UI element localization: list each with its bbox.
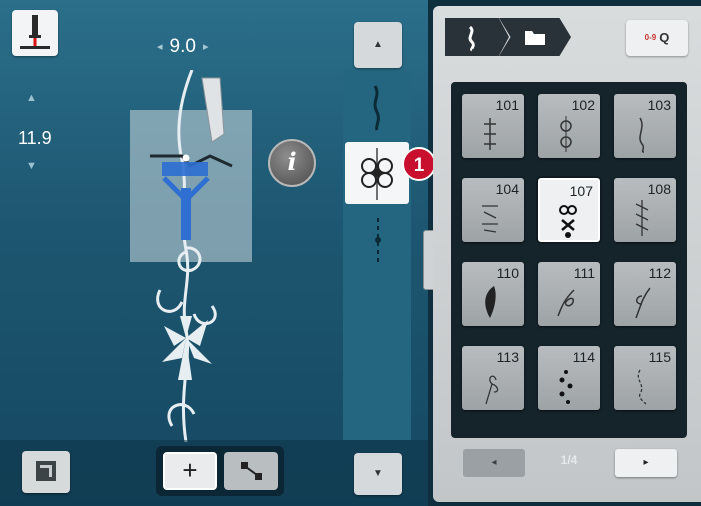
folder-icon	[525, 31, 545, 45]
stitch-tile-112[interactable]: 112	[614, 262, 676, 326]
stitch-number: 102	[571, 97, 595, 113]
stitch-tile-111[interactable]: 111	[538, 262, 600, 326]
next-page-button[interactable]: ▸	[615, 449, 677, 477]
scroll-up-button[interactable]: ▲	[354, 22, 402, 68]
stitch-number: 111	[573, 265, 595, 281]
connect-icon	[241, 462, 262, 480]
stitch-number: 112	[648, 265, 671, 281]
stitch-tile-115[interactable]: 115	[614, 346, 676, 410]
window-icon	[36, 461, 56, 481]
needle-icon	[20, 15, 50, 49]
stitch-tile-101[interactable]: 101	[462, 94, 524, 158]
stitch-number: 110	[496, 265, 519, 281]
breadcrumb	[445, 18, 571, 56]
stitch-tile-114[interactable]: 114	[538, 346, 600, 410]
callout-badge: 1	[402, 147, 436, 181]
decrease-width-arrow[interactable]: ◂	[157, 41, 163, 53]
stitch-tile-103[interactable]: 103	[614, 94, 676, 158]
flower-stitch-icon	[361, 148, 393, 200]
embroidery-stitch-category-icon	[468, 25, 475, 52]
stitch-width-control[interactable]: ◂ 9.0 ▸	[150, 36, 215, 58]
page-indicator: 1/4	[560, 453, 578, 467]
stitch-tile-108[interactable]: 108	[614, 178, 676, 242]
current-stitch-thumbnail[interactable]	[345, 142, 409, 204]
stitch-tile-102[interactable]: 102	[538, 94, 600, 158]
search-button[interactable]: 0-9 Q	[626, 20, 688, 56]
breadcrumb-folder[interactable]	[499, 18, 571, 56]
stitch-number: 101	[495, 97, 519, 113]
stitch-tile-113[interactable]: 113	[462, 346, 524, 410]
decrease-length-arrow[interactable]: ▼	[26, 160, 37, 172]
increase-width-arrow[interactable]: ▸	[203, 41, 209, 53]
stitch-tile-110[interactable]: 110	[462, 262, 524, 326]
plus-icon: +	[182, 455, 198, 485]
add-stitch-button[interactable]: +	[163, 452, 217, 490]
stitch-number: 103	[647, 97, 671, 113]
stitch-tile-104[interactable]: 104	[462, 178, 524, 242]
breadcrumb-category[interactable]	[445, 18, 509, 56]
scroll-down-button[interactable]: ▼	[354, 453, 402, 495]
stitch-number: 104	[495, 181, 519, 197]
down-arrow-icon: ▼	[373, 468, 383, 479]
magnifier-icon: Q	[659, 30, 670, 45]
stitch-number: 113	[496, 349, 519, 365]
needle-position-button[interactable]	[12, 10, 58, 56]
stitch-pattern-preview[interactable]	[120, 70, 270, 442]
stitch-length-value: 11.9	[18, 128, 52, 148]
connect-stitch-button[interactable]	[224, 452, 278, 490]
stitch-width-value: 9.0	[169, 36, 196, 57]
stitch-number: 114	[572, 349, 595, 365]
sequence-stitch-thumbnail-bottom[interactable]	[367, 214, 389, 266]
stitch-tile-107[interactable]: 107	[538, 178, 600, 242]
info-button[interactable]: i	[268, 139, 316, 187]
up-arrow-icon: ▲	[373, 39, 383, 50]
stitch-number: 108	[647, 181, 671, 197]
stitch-edit-area: ◂ 9.0 ▸ ▲ 11.9 ▼ i + ▲ ▼	[0, 0, 428, 506]
increase-length-arrow[interactable]: ▲	[26, 92, 37, 104]
stitch-number: 115	[648, 349, 671, 365]
numeric-search-label: 0-9	[644, 33, 657, 42]
sequence-stitch-thumbnail-top[interactable]	[365, 82, 391, 132]
stitch-number: 107	[569, 183, 593, 199]
combination-mode-button[interactable]	[22, 451, 70, 493]
previous-page-button[interactable]: ◂	[463, 449, 525, 477]
